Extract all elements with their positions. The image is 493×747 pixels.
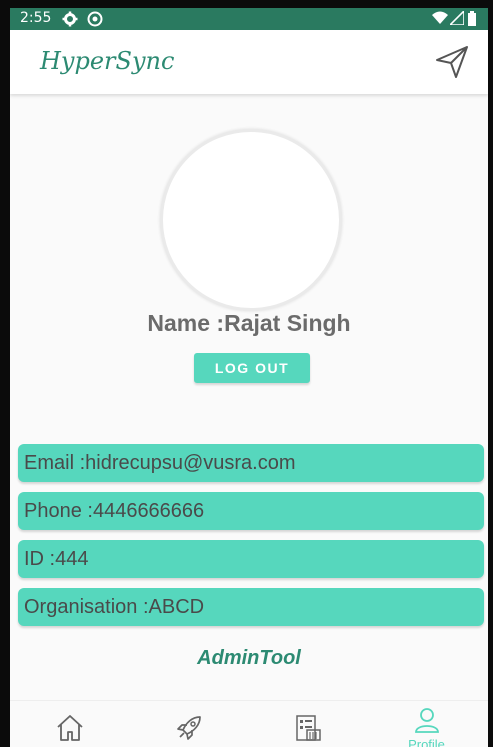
dashboard-icon — [295, 715, 321, 741]
sync-status-icon — [87, 11, 103, 32]
send-icon[interactable] — [434, 44, 470, 80]
nav-profile-label: Profile — [408, 737, 445, 747]
email-field: Email :hidrecupsu@vusra.com — [18, 444, 484, 482]
nav-home[interactable] — [10, 701, 129, 747]
nav-rocket[interactable] — [129, 701, 248, 747]
profile-screen: HyperSync Name :Rajat Singh LOG OUT Emai… — [10, 30, 488, 747]
rocket-icon — [176, 716, 201, 740]
nav-profile[interactable]: Profile — [367, 701, 486, 747]
bottom-nav: Profile — [10, 700, 488, 747]
profile-name: Name :Rajat Singh — [147, 310, 351, 336]
home-icon — [56, 715, 83, 741]
avatar[interactable] — [160, 129, 342, 311]
id-field: ID :444 — [18, 540, 484, 578]
logout-button[interactable]: LOG OUT — [194, 353, 310, 383]
battery-icon — [468, 11, 476, 31]
phone-field: Phone :4446666666 — [18, 492, 484, 530]
app-bar: HyperSync — [10, 30, 488, 94]
signal-icon — [448, 9, 465, 30]
organisation-field: Organisation :ABCD — [18, 588, 484, 626]
nav-dashboard[interactable] — [248, 701, 367, 747]
profile-icon — [414, 708, 439, 733]
wifi-icon — [432, 11, 448, 30]
status-bar: 2:55 — [10, 8, 488, 30]
status-time: 2:55 — [20, 10, 52, 26]
app-title: HyperSync — [40, 47, 175, 75]
admin-tool-link[interactable]: AdminTool — [10, 647, 488, 670]
settings-icon — [62, 11, 78, 32]
device-frame: 2:55 HyperSync Name :Rajat Singh LOG OUT… — [0, 0, 493, 747]
